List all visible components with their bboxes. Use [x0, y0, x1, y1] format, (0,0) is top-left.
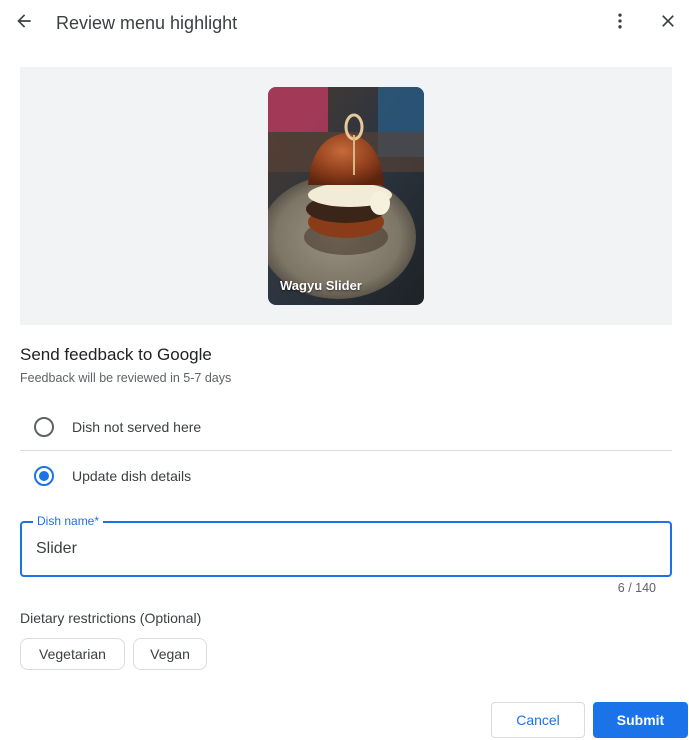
option-update-dish-details[interactable]: Update dish details — [20, 452, 672, 500]
feedback-subtitle: Feedback will be reviewed in 5-7 days — [20, 371, 232, 385]
option-label: Dish not served here — [72, 419, 202, 435]
submit-button[interactable]: Submit — [593, 702, 688, 738]
dietary-restrictions-label: Dietary restrictions (Optional) — [20, 610, 202, 626]
feedback-title: Send feedback to Google — [20, 345, 212, 364]
radio-button-selected[interactable] — [34, 466, 54, 486]
dish-photo[interactable]: Wagyu Slider — [268, 87, 424, 305]
radio-button[interactable] — [34, 417, 54, 437]
close-icon — [658, 11, 678, 36]
option-dish-not-served[interactable]: Dish not served here — [20, 403, 672, 451]
arrow-back-icon — [14, 11, 34, 36]
dish-name-input[interactable] — [36, 537, 636, 561]
dialog-header: Review menu highlight — [0, 0, 689, 46]
back-button[interactable] — [10, 9, 38, 37]
chip-vegan[interactable]: Vegan — [133, 638, 207, 670]
page-title: Review menu highlight — [56, 13, 238, 33]
more-options-button[interactable] — [606, 9, 634, 37]
option-label: Update dish details — [72, 468, 192, 484]
burger-image — [268, 87, 424, 305]
cancel-button[interactable]: Cancel — [491, 702, 585, 738]
dish-name-field: Dish name* — [20, 514, 672, 577]
photo-panel: Wagyu Slider — [20, 67, 672, 325]
more-vert-icon — [610, 11, 630, 36]
chip-vegetarian[interactable]: Vegetarian — [20, 638, 125, 670]
dish-name-label: Dish name* — [33, 514, 104, 528]
close-button[interactable] — [654, 9, 682, 37]
character-counter: 6 / 140 — [617, 581, 656, 595]
photo-caption: Wagyu Slider — [280, 278, 362, 293]
